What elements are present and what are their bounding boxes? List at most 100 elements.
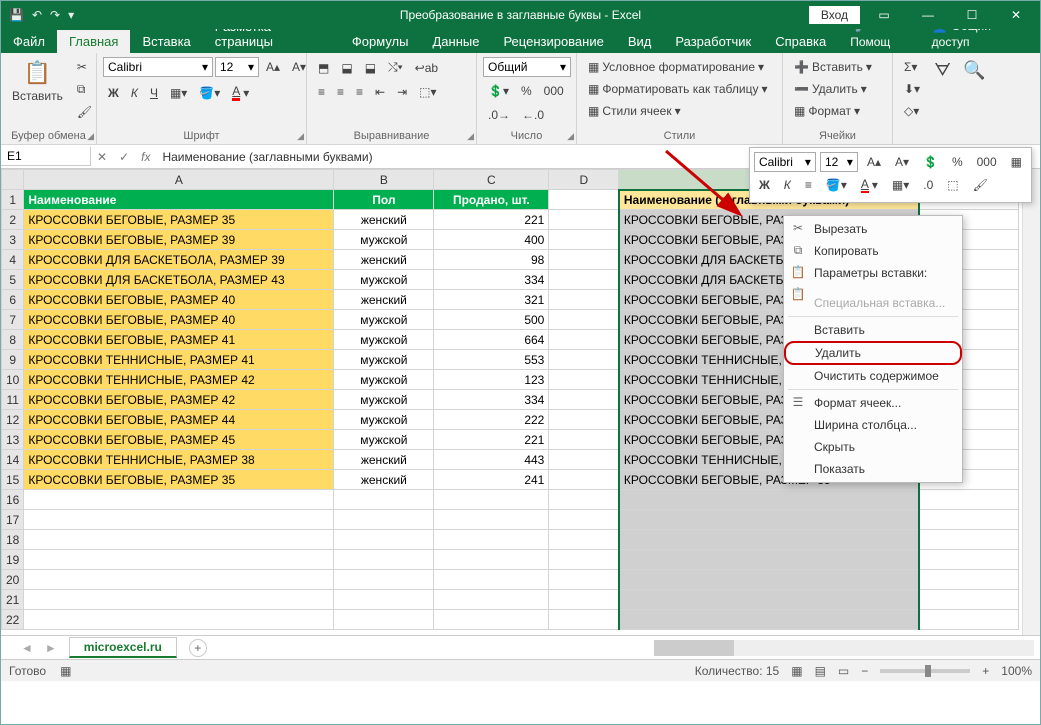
row-header[interactable]: 22 [2,610,24,630]
cell[interactable] [334,570,434,590]
cell[interactable] [434,570,549,590]
cell[interactable] [549,210,619,230]
cell[interactable] [549,350,619,370]
cell[interactable] [919,610,1019,630]
redo-icon[interactable]: ↷ [50,8,60,22]
cell[interactable] [549,330,619,350]
cell[interactable]: 334 [434,390,549,410]
row-header[interactable]: 16 [2,490,24,510]
cell[interactable] [549,390,619,410]
cell[interactable] [919,590,1019,610]
zoom-level[interactable]: 100% [1001,664,1032,678]
tab-insert[interactable]: Вставка [130,30,202,53]
tab-file[interactable]: Файл [1,30,57,53]
delete-cells-button[interactable]: ➖ Удалить ▾ [789,79,872,99]
zoom-in-icon[interactable]: + [982,664,989,678]
cell[interactable]: КРОССОВКИ ТЕННИСНЫЕ, РАЗМЕР 42 [24,370,334,390]
percent-icon[interactable]: % [516,81,537,101]
tab-formulas[interactable]: Формулы [340,30,421,53]
row-header[interactable]: 14 [2,450,24,470]
sheet-tab[interactable]: microexcel.ru [69,637,177,658]
cell[interactable]: мужской [334,310,434,330]
cut-icon[interactable]: ✂ [72,57,97,77]
ctx-paste-options[interactable]: 📋Параметры вставки: [784,262,962,284]
indent-dec-icon[interactable]: ⇤ [370,82,390,102]
align-middle-icon[interactable]: ⬓ [336,58,357,78]
merge-icon[interactable]: ⬚▾ [414,82,441,102]
tab-developer[interactable]: Разработчик [663,30,763,53]
ctx-delete[interactable]: Удалить [784,341,962,365]
cell[interactable] [549,450,619,470]
cell[interactable]: мужской [334,230,434,250]
font-size-combo[interactable]: 12▾ [215,57,259,77]
cell[interactable] [334,530,434,550]
mini-merge-icon[interactable]: ⬚ [942,175,963,195]
vertical-scrollbar[interactable] [1022,169,1040,635]
cell[interactable] [619,510,919,530]
italic-button[interactable]: К [126,83,143,103]
cell[interactable]: мужской [334,390,434,410]
cell[interactable] [434,490,549,510]
cell[interactable]: КРОССОВКИ БЕГОВЫЕ, РАЗМЕР 44 [24,410,334,430]
cell[interactable]: 221 [434,430,549,450]
mini-inc-font-icon[interactable]: A▴ [862,152,886,172]
autosum-icon[interactable]: Σ▾ [899,57,925,77]
cell[interactable] [549,590,619,610]
tab-review[interactable]: Рецензирование [491,30,615,53]
cell[interactable] [919,510,1019,530]
cell[interactable] [549,530,619,550]
cell[interactable]: 321 [434,290,549,310]
row-header[interactable]: 9 [2,350,24,370]
row-header[interactable]: 6 [2,290,24,310]
cell[interactable] [24,510,334,530]
cell[interactable] [24,490,334,510]
cell[interactable] [549,410,619,430]
fx-icon[interactable]: fx [135,150,156,164]
cancel-formula-icon[interactable]: ✕ [91,150,113,164]
cell[interactable]: женский [334,210,434,230]
cell[interactable] [24,550,334,570]
cell[interactable] [434,530,549,550]
cell[interactable]: 664 [434,330,549,350]
cond-format-button[interactable]: ▦ Условное форматирование ▾ [583,57,769,77]
font-color-icon[interactable]: A▾ [227,81,254,104]
cell[interactable]: КРОССОВКИ БЕГОВЫЕ, РАЗМЕР 40 [24,310,334,330]
cell[interactable]: 553 [434,350,549,370]
horizontal-scrollbar[interactable] [654,640,1034,656]
mini-border-icon[interactable]: ▦▾ [887,175,914,195]
cell[interactable]: 334 [434,270,549,290]
row-header[interactable]: 11 [2,390,24,410]
cell[interactable]: мужской [334,350,434,370]
cell[interactable] [334,610,434,630]
cell[interactable] [549,250,619,270]
cell[interactable]: КРОССОВКИ БЕГОВЫЕ, РАЗМЕР 42 [24,390,334,410]
cell[interactable]: КРОССОВКИ ДЛЯ БАСКЕТБОЛА, РАЗМЕР 39 [24,250,334,270]
row-header[interactable]: 12 [2,410,24,430]
cell[interactable] [549,370,619,390]
cell-styles-button[interactable]: ▦ Стили ячеек ▾ [583,101,686,121]
cell[interactable] [549,510,619,530]
number-format-combo[interactable]: Общий▾ [483,57,571,77]
cell[interactable]: 123 [434,370,549,390]
find-icon[interactable]: 🔍 [958,57,990,84]
ctx-show[interactable]: Показать [784,458,962,480]
tab-data[interactable]: Данные [420,30,491,53]
borders-icon[interactable]: ▦▾ [165,83,192,103]
comma-icon[interactable]: 000 [539,81,569,101]
cell[interactable]: Наименование [24,190,334,210]
mini-bold-icon[interactable]: Ж [754,175,775,195]
prev-sheet-icon[interactable]: ◄ [21,641,33,655]
align-top-icon[interactable]: ⬒ [313,58,334,78]
mini-align-icon[interactable]: ≡ [800,175,817,195]
cell[interactable] [549,490,619,510]
dec-decimal-icon[interactable]: ←.0 [517,105,549,125]
view-layout-icon[interactable]: ▤ [815,664,826,678]
tab-home[interactable]: Главная [57,30,130,53]
cell[interactable]: мужской [334,270,434,290]
ctx-cut[interactable]: ✂Вырезать [784,218,962,240]
underline-button[interactable]: Ч [145,83,163,103]
row-header[interactable]: 3 [2,230,24,250]
cell[interactable] [549,310,619,330]
cell[interactable] [434,550,549,570]
format-painter-icon[interactable]: 🖌 [72,102,97,122]
